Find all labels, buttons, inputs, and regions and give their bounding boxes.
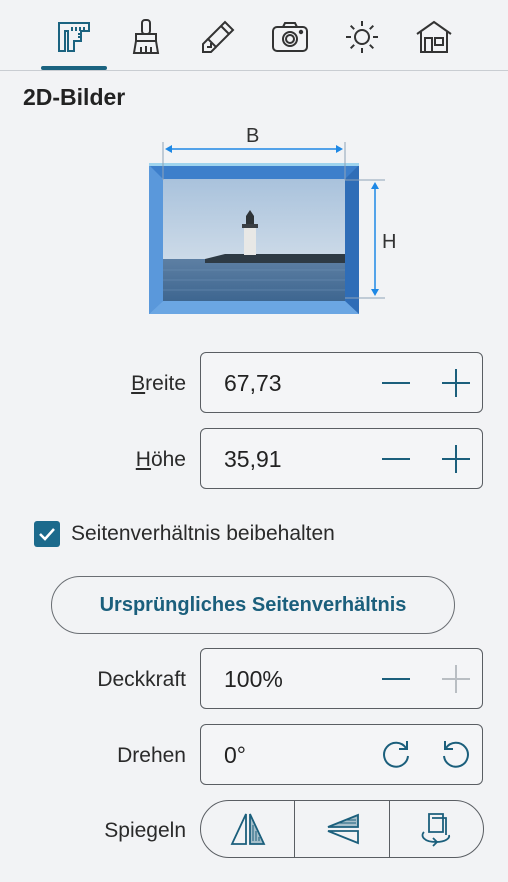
tab-lighting[interactable] bbox=[334, 10, 390, 64]
height-field[interactable]: 35,91 bbox=[200, 428, 483, 489]
keep-aspect-ratio-checkbox[interactable] bbox=[34, 521, 60, 547]
flip-front-back-button[interactable] bbox=[388, 801, 483, 857]
rotate-counterclockwise-icon bbox=[443, 741, 469, 768]
mirror-button-group bbox=[200, 800, 484, 858]
plus-icon bbox=[442, 445, 470, 473]
tab-material[interactable] bbox=[118, 10, 174, 64]
minus-icon bbox=[382, 458, 410, 460]
tab-edit[interactable] bbox=[190, 10, 246, 64]
keep-aspect-ratio-label[interactable]: Seitenverhältnis beibehalten bbox=[71, 522, 335, 546]
width-field[interactable]: 67,73 bbox=[200, 352, 483, 413]
mirror-label: Spiegeln bbox=[104, 819, 186, 842]
tab-building[interactable] bbox=[406, 10, 462, 64]
tab-camera[interactable] bbox=[262, 10, 318, 64]
sun-icon bbox=[346, 21, 378, 53]
caliper-ruler-icon bbox=[58, 22, 90, 52]
top-toolbar bbox=[0, 0, 508, 72]
rotate-counterclockwise-button[interactable] bbox=[434, 733, 478, 777]
rotate-label: Drehen bbox=[117, 744, 186, 767]
toolbar-divider bbox=[0, 70, 508, 71]
plus-icon bbox=[442, 665, 470, 693]
opacity-increase-button[interactable] bbox=[434, 657, 478, 701]
width-label: Breite bbox=[131, 372, 186, 395]
flip-vertical-icon bbox=[327, 813, 359, 845]
height-increase-button[interactable] bbox=[434, 437, 478, 481]
pencil-eraser-icon bbox=[202, 20, 235, 53]
tab-dimensions[interactable] bbox=[46, 10, 102, 64]
width-increase-button[interactable] bbox=[434, 361, 478, 405]
minus-icon bbox=[382, 382, 410, 384]
mirror-horizontal-button[interactable] bbox=[201, 801, 294, 857]
original-aspect-ratio-button[interactable]: Ursprüngliches Seitenverhältnis bbox=[51, 576, 455, 634]
brush-icon bbox=[132, 19, 160, 54]
flip-front-back-icon bbox=[421, 813, 451, 847]
house-icon bbox=[416, 20, 452, 53]
plus-icon bbox=[442, 369, 470, 397]
width-dimension-label: B bbox=[246, 125, 260, 147]
height-dimension-label: H bbox=[382, 231, 397, 253]
opacity-value[interactable]: 100% bbox=[224, 666, 283, 693]
height-value[interactable]: 35,91 bbox=[224, 446, 282, 473]
opacity-field[interactable]: 100% bbox=[200, 648, 483, 709]
rotate-field[interactable]: 0° bbox=[200, 724, 483, 785]
mirror-vertical-button[interactable] bbox=[294, 801, 388, 857]
opacity-decrease-button[interactable] bbox=[374, 657, 418, 701]
height-label: Höhe bbox=[135, 448, 186, 471]
camera-icon bbox=[272, 22, 308, 52]
flip-horizontal-icon bbox=[230, 813, 266, 845]
checkmark-icon bbox=[39, 528, 55, 541]
width-decrease-button[interactable] bbox=[374, 361, 418, 405]
image-preview-diagram: B H bbox=[140, 120, 410, 330]
width-value[interactable]: 67,73 bbox=[224, 370, 282, 397]
minus-icon bbox=[382, 678, 410, 680]
rotate-value[interactable]: 0° bbox=[224, 742, 246, 769]
rotate-clockwise-icon bbox=[383, 741, 409, 768]
height-decrease-button[interactable] bbox=[374, 437, 418, 481]
page-title: 2D-Bilder bbox=[23, 84, 126, 110]
rotate-clockwise-button[interactable] bbox=[374, 733, 418, 777]
opacity-label: Deckkraft bbox=[97, 668, 186, 691]
